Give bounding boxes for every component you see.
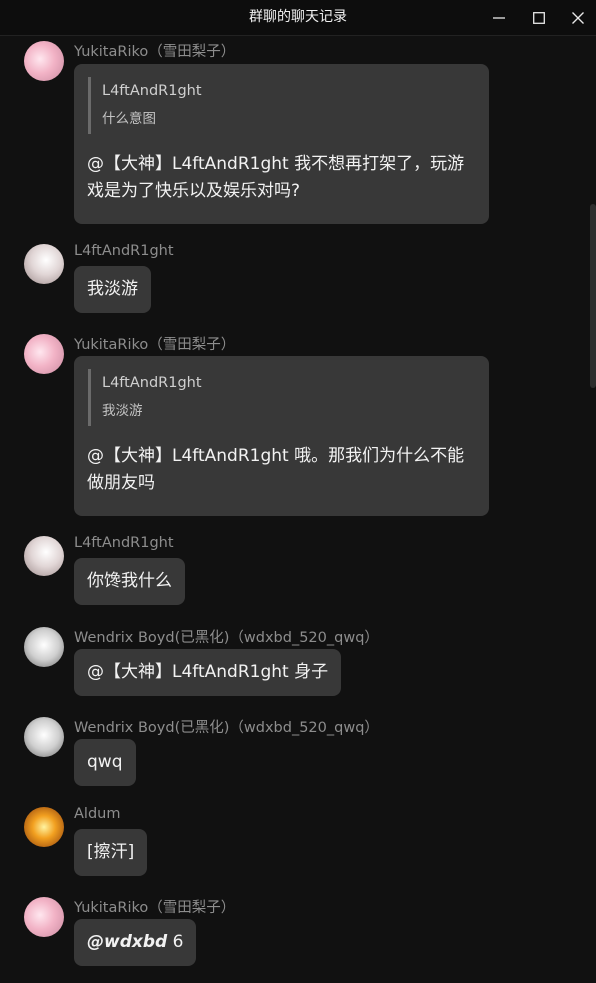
avatar[interactable]	[24, 244, 64, 284]
close-icon	[572, 11, 584, 24]
sender-name: Wendrix Boyd(已黑化)（wdxbd_520_qwq）	[74, 630, 379, 646]
avatar[interactable]	[24, 897, 64, 937]
quote-text: 什么意图	[102, 111, 156, 127]
avatar[interactable]	[24, 334, 64, 374]
message-bubble[interactable]: L4ftAndR1ght 我淡游 @【大神】L4ftAndR1ght 哦。那我们…	[74, 356, 489, 516]
message-text: [擦汗]	[87, 842, 135, 862]
scrollbar[interactable]	[590, 36, 596, 983]
avatar[interactable]	[24, 627, 64, 667]
title-bar: 群聊的聊天记录	[0, 0, 596, 36]
message-text: @【大神】L4ftAndR1ght 我不想再打架了，玩游戏是为了快乐以及娱乐对吗…	[87, 154, 465, 201]
quote-text: 我淡游	[102, 403, 143, 419]
message-text: 6	[167, 932, 184, 952]
avatar[interactable]	[24, 807, 64, 847]
message-text: @【大神】L4ftAndR1ght 身子	[87, 662, 329, 682]
message-bubble[interactable]: [擦汗]	[74, 829, 148, 876]
message-text: 你馋我什么	[87, 571, 172, 591]
message-bubble[interactable]: @【大神】L4ftAndR1ght 身子	[74, 649, 342, 696]
avatar[interactable]	[24, 41, 64, 81]
minimize-icon	[493, 16, 505, 19]
quote-author: L4ftAndR1ght	[102, 375, 202, 391]
message-bubble[interactable]: @wdxbd 6	[74, 919, 197, 966]
message-bubble[interactable]: 你馋我什么	[74, 558, 185, 605]
quoted-message[interactable]: L4ftAndR1ght 什么意图	[88, 77, 476, 134]
message-text: qwq	[87, 752, 123, 772]
message-list[interactable]: YukitaRiko（雪田梨子） L4ftAndR1ght 什么意图 @【大神】…	[0, 36, 588, 983]
close-button[interactable]	[558, 0, 596, 35]
sender-name: L4ftAndR1ght	[74, 535, 174, 551]
message-text: @【大神】L4ftAndR1ght 哦。那我们为什么不能做朋友吗	[87, 446, 465, 493]
message-bubble[interactable]: qwq	[74, 739, 136, 786]
avatar[interactable]	[24, 536, 64, 576]
message-bubble[interactable]: 我淡游	[74, 266, 151, 313]
maximize-icon	[533, 11, 545, 24]
sender-name: Wendrix Boyd(已黑化)（wdxbd_520_qwq）	[74, 720, 379, 736]
avatar[interactable]	[24, 717, 64, 757]
minimize-button[interactable]	[479, 0, 519, 35]
sender-name: Aldum	[74, 806, 121, 822]
sender-name: L4ftAndR1ght	[74, 243, 174, 259]
quoted-message[interactable]: L4ftAndR1ght 我淡游	[88, 369, 476, 426]
maximize-button[interactable]	[519, 0, 559, 35]
sender-name: YukitaRiko（雪田梨子）	[74, 337, 236, 353]
mention-link[interactable]: @wdxbd	[87, 932, 167, 952]
sender-name: YukitaRiko（雪田梨子）	[74, 900, 236, 916]
scrollbar-thumb[interactable]	[590, 204, 596, 388]
message-text: 我淡游	[87, 279, 138, 299]
message-bubble[interactable]: L4ftAndR1ght 什么意图 @【大神】L4ftAndR1ght 我不想再…	[74, 64, 489, 224]
sender-name: YukitaRiko（雪田梨子）	[74, 44, 236, 60]
quote-author: L4ftAndR1ght	[102, 83, 202, 99]
